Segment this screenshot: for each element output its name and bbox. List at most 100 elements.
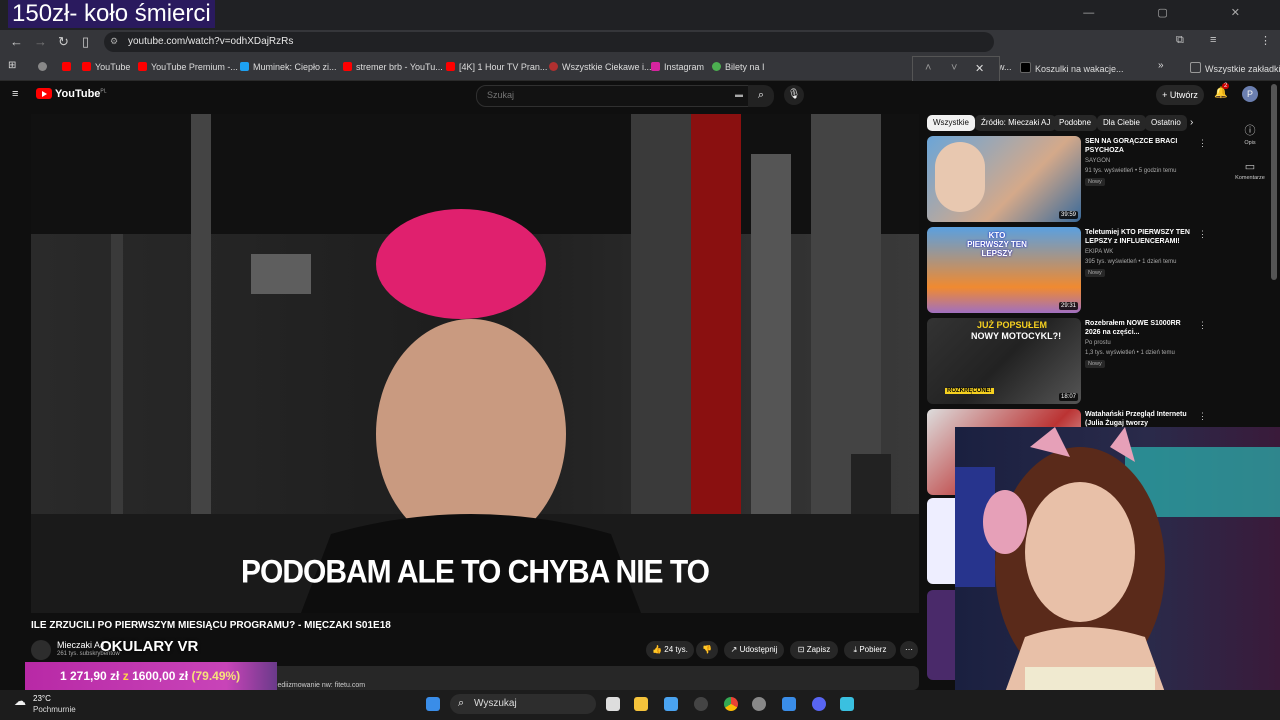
dislike-button[interactable]: 👎 [696,641,718,659]
search-button[interactable]: ⌕ [748,85,774,107]
share-button[interactable]: ↗ Udostępnij [724,641,784,659]
taskbar-search[interactable] [450,694,596,714]
discord-icon[interactable] [812,697,826,711]
more-actions-button[interactable]: ⋯ [900,641,918,659]
like-button[interactable]: 👍 24 tys. [646,641,694,659]
rec-thumbnail[interactable] [927,498,955,584]
bookmark-item[interactable] [38,62,51,72]
more-icon[interactable]: ⋮ [1198,411,1207,422]
bookmark-icon: ⊡ [797,645,807,654]
bookmark-item[interactable]: [4K] 1 Hour TV Pran... [446,62,547,72]
instagram-favicon [651,62,660,71]
apps-icon[interactable]: ⊞ [8,60,16,71]
weather-desc[interactable]: Pochmurnie [33,705,76,714]
chevron-down-icon[interactable]: ˅ [951,62,957,74]
rail-comments[interactable]: ▭ Komentarze [1232,160,1268,181]
more-icon[interactable]: ⋮ [1198,229,1207,240]
video-player[interactable] [31,114,919,613]
chip-recent[interactable]: Ostatnio [1145,115,1187,131]
store-icon[interactable] [664,697,678,711]
bookmark-item[interactable]: Instagram [651,62,704,72]
keyboard-icon[interactable]: ▬ [735,90,743,99]
back-icon[interactable]: ← [10,34,23,49]
rec-channel[interactable]: SAYGON [1085,158,1110,164]
task-view-icon[interactable] [606,697,620,711]
bookmark-item[interactable]: Muminek: Ciepło zi... [240,62,337,72]
forward-icon[interactable]: → [34,34,47,49]
rec-thumbnail[interactable]: 39:59 [927,136,1081,222]
file-explorer-icon[interactable] [634,697,648,711]
all-bookmarks[interactable]: Wszystkie zakładki [1190,62,1280,74]
rail-description[interactable]: ⓘ Opis [1232,122,1268,146]
rec-thumbnail[interactable] [927,590,955,680]
channel-name[interactable]: Mieczaki AJ [57,640,105,650]
hamburger-icon[interactable]: ≡ [12,88,18,100]
reload-icon[interactable]: ↻ [58,34,69,50]
app-icon[interactable] [694,697,708,711]
bookmark-item[interactable]: YouTube Premium -... [138,62,238,72]
account-avatar[interactable]: P [1242,86,1258,102]
weather-icon[interactable]: ☁ [14,694,26,708]
rec-views: 91 tys. wyświetleń • 5 godzin temu [1085,168,1177,174]
chevron-up-icon[interactable]: ˄ [925,62,931,74]
chrome-icon[interactable] [724,697,738,711]
rec-channel[interactable]: EKIPA WK [1085,249,1113,255]
start-icon[interactable] [426,697,440,711]
rec-channel[interactable]: Po prostu [1085,340,1111,346]
scrollbar[interactable] [1271,84,1277,280]
bookmark-favicon [549,62,558,71]
close-icon[interactable]: ✕ [975,62,984,75]
voice-search-button[interactable]: 🎙 [784,85,804,105]
thumbs-down-icon: 👎 [702,645,712,654]
rec-title[interactable]: SEN NA GORĄCZCE BRACI PSYCHOZA [1085,137,1193,155]
video-frame [31,114,919,613]
notepad-icon[interactable] [840,697,854,711]
bookmark-item[interactable]: Koszulki na wakacje... [1020,62,1124,74]
app-icon[interactable] [782,697,796,711]
rec-thumbnail[interactable]: JUŻ POPSUŁEM NOWY MOTOCYKL?! ROZKRĘCONE!… [927,318,1081,404]
rec-title[interactable]: Rozebrałem NOWE S1000RR 2026 na części..… [1085,319,1193,337]
youtube-play-icon [36,88,52,99]
bookmark-item[interactable] [62,62,75,72]
create-button[interactable]: + Utwórz [1156,85,1204,105]
chip-for-you[interactable]: Dla Ciebie [1097,115,1146,131]
puzzle-icon[interactable]: ⧉ [1176,34,1184,47]
chevron-right-icon[interactable]: » [1158,60,1164,71]
webcam-overlay [955,427,1280,720]
window-controls[interactable]: — ▢ ✕ [1083,6,1270,19]
chip-all[interactable]: Wszystkie [927,115,975,131]
youtube-logo[interactable]: YouTubePL [36,88,107,100]
download-button[interactable]: ⤓ Pobierz [844,641,896,659]
menu-icon[interactable]: ⋮ [1260,34,1271,47]
chip-related[interactable]: Podobne [1053,115,1098,131]
bookmark-item[interactable]: stremer brb - YouTu... [343,62,443,72]
sidebar-icon[interactable]: ▯ [82,34,89,50]
channel-avatar[interactable] [31,640,51,660]
bookmark-item[interactable]: YouTube [82,62,130,72]
chevron-right-icon[interactable]: › [1190,117,1193,128]
site-info-icon[interactable]: ⚙ [110,36,118,47]
more-icon[interactable]: ⋮ [1198,138,1207,149]
search-icon: ⌕ [458,697,465,709]
rec-thumbnail[interactable]: KTO PIERWSZY TEN LEPSZY 29:31 [927,227,1081,313]
address-text[interactable]: youtube.com/watch?v=odhXDajRzRs [128,36,293,47]
bookmark-item[interactable]: Bilety na I [712,62,765,72]
save-button[interactable]: ⊡ Zapisz [790,641,838,659]
notifications-button[interactable]: 🔔 2 [1214,83,1230,99]
search-input[interactable] [485,89,729,101]
search-icon: ⌕ [757,89,765,101]
rec-title[interactable]: Teletumiej KTO PIERWSZY TEN LEPSZY z INF… [1085,228,1193,246]
settings-icon[interactable] [752,697,766,711]
more-icon[interactable]: ⋮ [1198,320,1207,331]
new-badge: Nowy [1085,269,1105,277]
youtube-favicon [62,62,71,71]
new-badge: Nowy [1085,360,1105,368]
media-icon[interactable]: ≡ [1210,34,1216,46]
weather-temp[interactable]: 23°C [33,694,51,703]
bookmark-item[interactable]: Wszystkie Ciekawe i... [549,62,652,72]
stream-overlay-text: OKULARY VR [100,638,199,655]
chip-source[interactable]: Źródło: Mieczaki AJ [975,115,1057,131]
bookmark-item[interactable]: w... [998,62,1012,72]
bookmark-favicon [240,62,249,71]
new-badge: Nowy [1085,178,1105,186]
